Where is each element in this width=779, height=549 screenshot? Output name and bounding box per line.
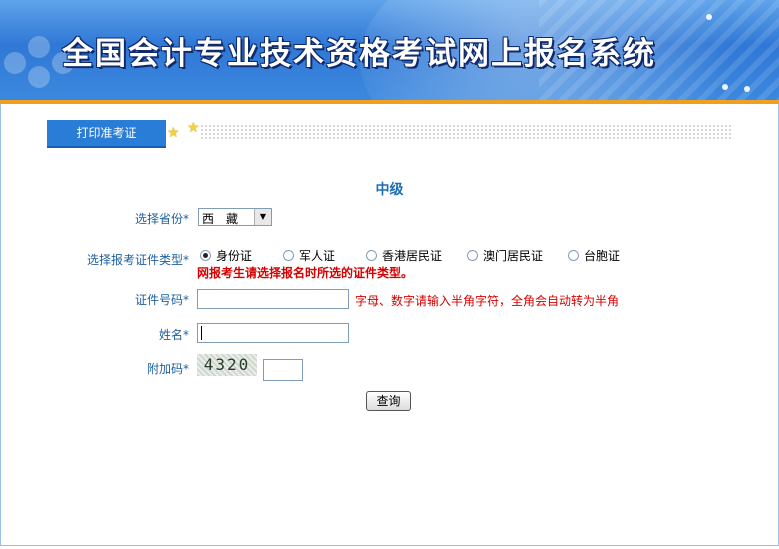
exam-level-title: 中级 (375, 182, 404, 198)
header-banner: 全国会计专业技术资格考试网上报名系统 (0, 0, 779, 100)
id-type-warning: 网报考生请选择报名时所选的证件类型。 (197, 266, 414, 280)
sparkle-decoration (744, 86, 750, 92)
hexagon-decoration (28, 66, 50, 88)
text-cursor (201, 326, 202, 340)
radio-hong-kong-card[interactable]: 香港居民证 (366, 247, 442, 264)
star-icon: ★ (187, 120, 200, 136)
radio-macau-card[interactable]: 澳门居民证 (467, 247, 543, 264)
radio-button[interactable] (467, 250, 478, 261)
province-select[interactable]: 西 藏 ▼ (198, 208, 272, 226)
hexagon-decoration (28, 36, 50, 58)
chevron-down-icon[interactable]: ▼ (254, 209, 271, 225)
name-label: 姓名* (158, 328, 189, 342)
captcha-label: 附加码* (146, 362, 189, 376)
sparkle-decoration (706, 14, 712, 20)
content-frame (0, 104, 779, 546)
captcha-input[interactable] (263, 359, 303, 381)
radio-button[interactable] (366, 250, 377, 261)
star-icon: ★ (167, 125, 180, 141)
dotted-divider (200, 124, 732, 140)
province-label: 选择省份* (134, 212, 189, 226)
province-selected-value: 西 藏 (202, 212, 239, 226)
name-input[interactable] (197, 323, 349, 343)
radio-id-card[interactable]: 身份证 (200, 247, 252, 264)
radio-button[interactable] (568, 250, 579, 261)
radio-button[interactable] (283, 250, 294, 261)
id-number-label: 证件号码* (134, 293, 189, 307)
id-number-input[interactable] (197, 289, 349, 309)
id-number-hint: 字母、数字请输入半角字符，全角会自动转为半角 (355, 294, 620, 308)
sparkle-decoration (722, 84, 728, 90)
system-title: 全国会计专业技术资格考试网上报名系统 (62, 36, 656, 72)
radio-button[interactable] (200, 250, 211, 261)
captcha-image: 4320 (197, 354, 257, 376)
tab-print-admission-ticket[interactable]: 打印准考证 (47, 120, 166, 148)
radio-military-card[interactable]: 军人证 (283, 247, 335, 264)
id-type-label: 选择报考证件类型* (86, 253, 189, 267)
radio-taiwan-card[interactable]: 台胞证 (568, 247, 620, 264)
query-button[interactable]: 查询 (366, 391, 411, 411)
hexagon-decoration (4, 52, 26, 74)
